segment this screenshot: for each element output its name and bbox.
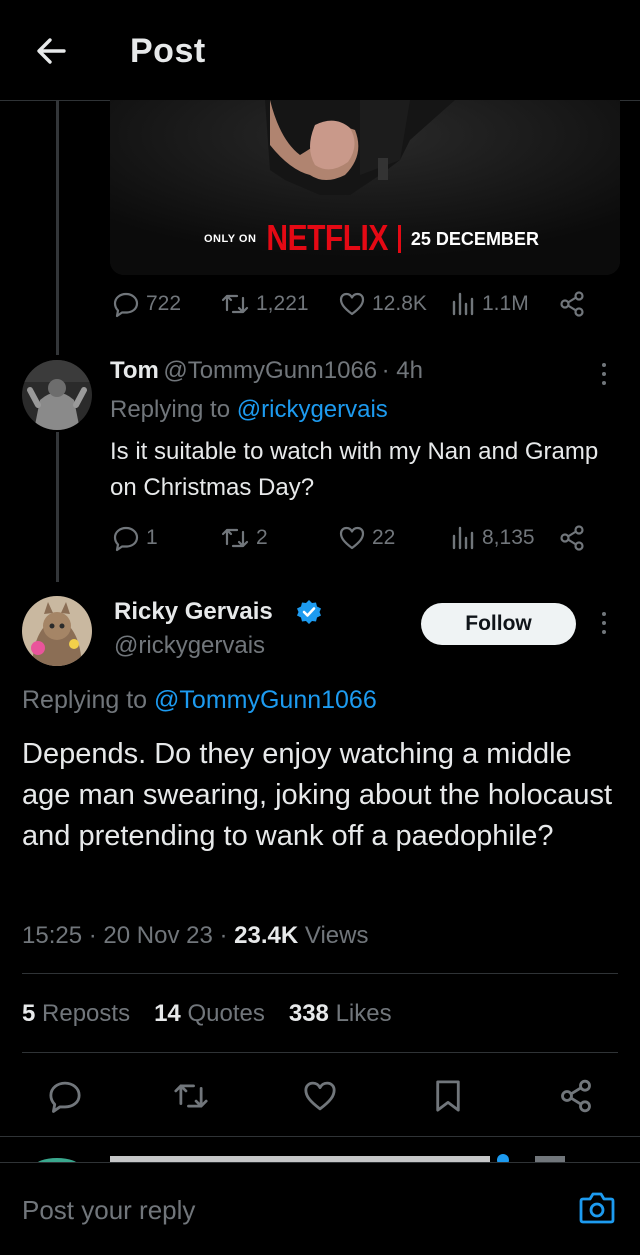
reply-timestamp: · 4h [381,357,423,384]
post-author-handle[interactable]: @rickygervais [114,632,265,660]
original-post-actions: 722 1,221 12.8K 1.1M [112,290,602,318]
page-title: Post [130,32,206,70]
reply-count: 1 [146,526,158,549]
share-icon [560,291,584,317]
divider [22,973,618,974]
replying-to-prefix: Replying to [22,686,148,714]
post-stats: 5 Reposts 14 Quotes 338 Likes [22,1000,392,1028]
reply-actions: 1 2 22 8,135 [112,524,602,552]
reply-icon [49,1081,81,1113]
like-count: 22 [372,526,396,549]
views-button[interactable]: 8,135 [450,524,558,552]
like-button[interactable] [302,1078,338,1114]
like-button[interactable]: 22 [338,524,450,552]
bookmark-button[interactable] [432,1078,464,1114]
views-icon [452,292,474,316]
replying-to-prefix: Replying to [110,396,231,423]
share-icon [561,1079,591,1113]
netflix-banner: ONLY ON NETFLIX 25 DECEMBER [204,219,539,259]
verified-badge-icon [296,599,322,625]
more-options-icon[interactable] [600,363,608,385]
post-views-label: Views [304,922,369,949]
post-text: Depends. Do they enjoy watching a middle… [22,738,613,852]
reply-header: Tom @TommyGunn1066 · 4h [110,357,590,385]
reply-button[interactable]: 1 [112,524,220,552]
views-button[interactable]: 1.1M [450,290,558,318]
divider [0,1136,640,1137]
post-views-count: 23.4K [234,922,299,949]
reply-count: 722 [146,292,182,315]
reply-icon [113,526,139,552]
back-arrow-icon[interactable] [34,34,68,68]
reply-icon [113,292,139,318]
post-date: 20 Nov 23 [103,922,213,949]
bookmark-icon [436,1080,460,1112]
repost-button[interactable]: 1,221 [220,290,338,318]
like-button[interactable]: 12.8K [338,290,450,318]
more-options-icon[interactable] [600,612,608,634]
heart-icon [339,526,365,550]
likes-stat[interactable]: 338 Likes [289,1000,392,1028]
heart-icon [339,292,365,316]
views-count: 8,135 [482,526,535,549]
views-icon [452,526,474,550]
replying-to-line: Replying to @rickygervais [110,396,388,424]
repost-icon [221,294,249,314]
netflix-logo: NETFLIX [266,218,388,259]
post-author-name[interactable]: Ricky Gervais [114,598,273,626]
top-bar [0,0,640,101]
replying-to-line: Replying to @TommyGunn1066 [22,686,377,715]
post-time: 15:25 [22,922,83,949]
avatar[interactable] [22,596,92,666]
share-button[interactable] [558,524,586,552]
views-count: 1.1M [482,292,529,315]
camera-icon[interactable] [578,1190,616,1226]
share-icon [560,525,584,551]
repost-icon [221,528,249,548]
post-meta: 15:25 · 20 Nov 23 · 23.4K Views [22,922,369,949]
banner-only-on: ONLY ON [204,233,257,245]
banner-date: 25 DECEMBER [410,228,539,249]
divider [22,1052,618,1053]
reply-input[interactable]: Post your reply [22,1195,195,1226]
repost-count: 2 [256,526,268,549]
repost-button[interactable]: 2 [220,524,338,552]
replying-to-link[interactable]: @rickygervais [237,396,388,423]
like-count: 12.8K [372,292,427,315]
thread-line [56,100,59,355]
next-reply-peek [0,1140,640,1162]
thread-line [56,432,59,582]
repost-icon [174,1084,208,1108]
reply-author-name[interactable]: Tom [110,357,159,384]
reply-author-handle[interactable]: @TommyGunn1066 [163,357,377,384]
replying-to-link[interactable]: @TommyGunn1066 [154,686,377,714]
repost-count: 1,221 [256,292,309,315]
reposts-stat[interactable]: 5 Reposts [22,1000,130,1028]
follow-button[interactable]: Follow [421,603,576,645]
reply-text: Is it suitable to watch with my Nan and … [110,438,599,501]
banner-divider [397,225,401,253]
quotes-stat[interactable]: 14 Quotes [154,1000,265,1028]
heart-icon [304,1081,336,1111]
share-button[interactable] [558,290,586,318]
avatar[interactable] [22,360,92,430]
share-button[interactable] [558,1078,594,1114]
reply-button[interactable] [47,1078,83,1114]
reply-button[interactable]: 722 [112,290,220,318]
repost-button[interactable] [172,1078,210,1114]
